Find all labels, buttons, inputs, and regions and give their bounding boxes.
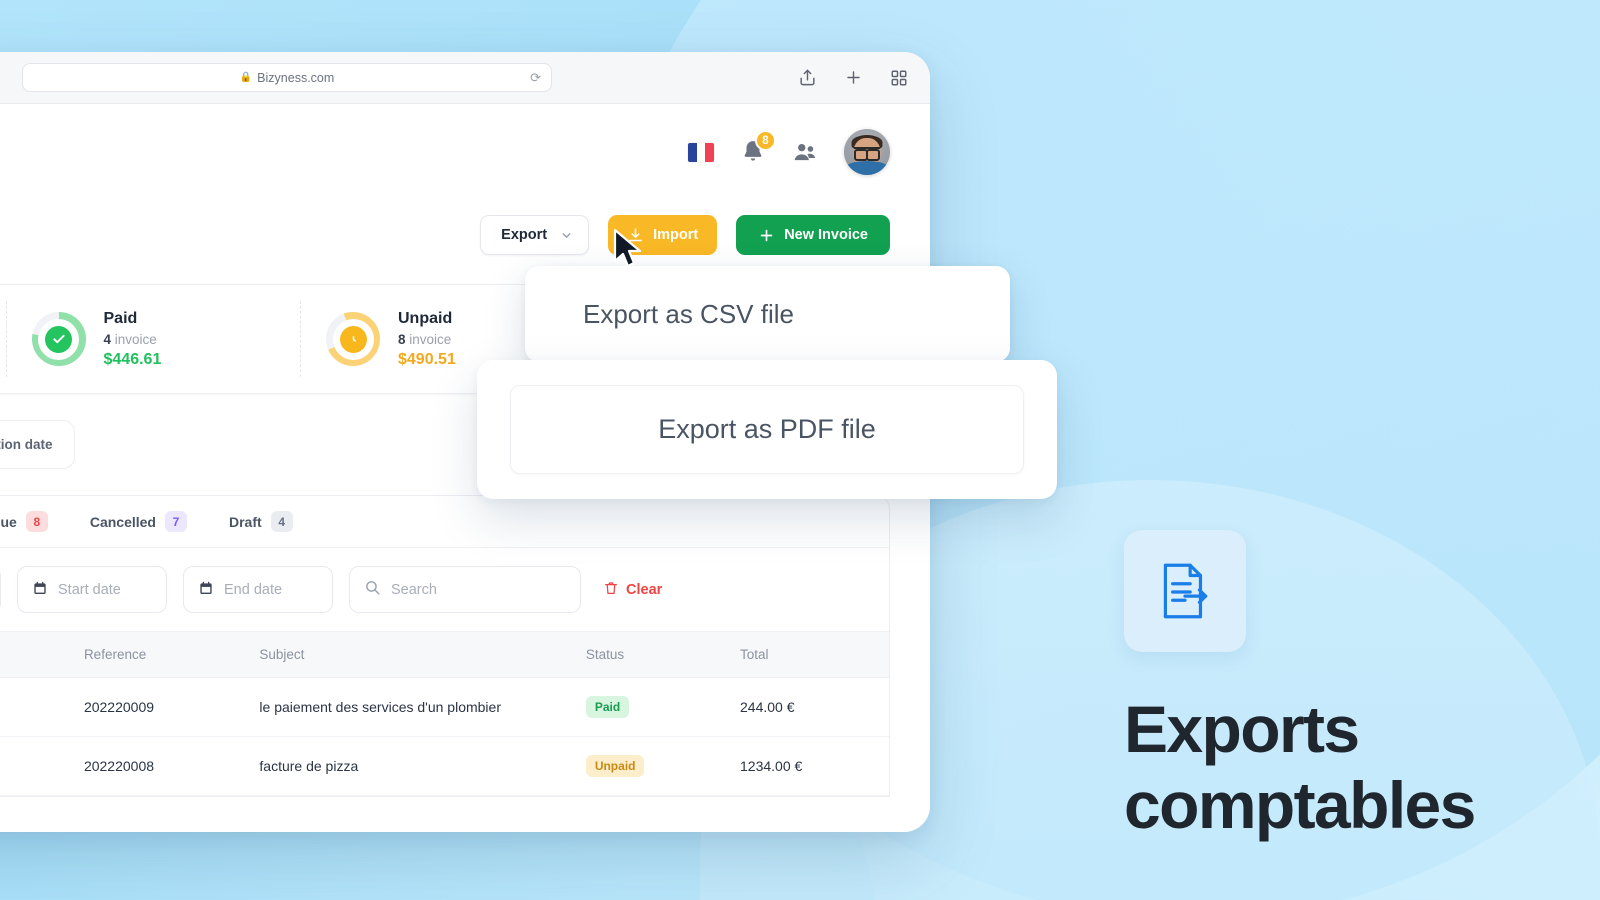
- column-total[interactable]: Total: [728, 631, 889, 678]
- brand-title-line-1: Exports: [1124, 692, 1360, 766]
- page-actions: Export Import New Invoice: [480, 215, 890, 255]
- tab-cancelled[interactable]: Cancelled 7: [90, 511, 187, 532]
- new-invoice-button[interactable]: New Invoice: [736, 215, 890, 255]
- brand-title: Exports comptables: [1124, 692, 1554, 844]
- cell-reference: 202220009: [71, 677, 248, 737]
- start-date-input[interactable]: Start date: [17, 566, 167, 613]
- brand-title-line-2: comptables: [1124, 767, 1476, 842]
- mouse-cursor: [612, 228, 646, 277]
- export-menu-csv-option[interactable]: Export as CSV file: [525, 266, 1010, 362]
- export-menu-pdf-option[interactable]: Export as PDF file: [510, 385, 1024, 474]
- tab-label: Cancelled: [89, 513, 156, 530]
- status-badge: Paid: [585, 696, 630, 718]
- app-topbar: 8: [0, 104, 930, 200]
- start-date-placeholder: Start date: [58, 581, 121, 598]
- cell-client: Arlene McCoy: [0, 736, 72, 796]
- stat-amount: $490.51: [398, 350, 456, 368]
- notifications-button[interactable]: 8: [740, 130, 776, 165]
- trash-icon: [603, 580, 619, 600]
- search-icon: [364, 579, 381, 600]
- cell-client: Eleanor Pena: [0, 677, 72, 737]
- stat-name: Unpaid: [398, 309, 453, 327]
- cell-subject: facture de pizza: [247, 736, 574, 796]
- check-icon: [45, 325, 72, 353]
- search-placeholder: Search: [391, 581, 437, 598]
- invoices-table: ↓ Client Reference Subject Status Total …: [0, 631, 889, 796]
- invoices-table-head: ↓ Client Reference Subject Status Total: [0, 631, 889, 678]
- tab-overdue[interactable]: Overdue 8: [0, 511, 48, 532]
- export-menu-panel: Export as PDF file: [477, 360, 1057, 499]
- cell-subject: le paiement des services d'un plombier: [247, 677, 574, 737]
- stat-name: Paid: [103, 309, 138, 327]
- filter-bar: Date Between Start date End d: [0, 548, 889, 631]
- status-badge: Unpaid: [585, 755, 645, 777]
- clear-filters-button[interactable]: Clear: [603, 580, 662, 600]
- tab-label: Overdue: [0, 513, 17, 530]
- invoices-table-body: g 2021 Eleanor Pena 202220009 le paiemen…: [0, 677, 889, 796]
- table-row[interactable]: g 2021 Eleanor Pena 202220009 le paiemen…: [0, 677, 889, 737]
- stat-count: 4 invoice: [103, 331, 157, 347]
- invoices-panel: Paid 4 Unpaid 8 Overdue 8 Cancelled 7 Dr…: [0, 495, 890, 797]
- date-type-option-execution[interactable]: Execution date: [0, 426, 69, 463]
- stat-ring-unpaid: [326, 312, 380, 366]
- tab-draft[interactable]: Draft 4: [229, 511, 293, 532]
- calendar-icon: [198, 580, 214, 600]
- tab-count: 8: [25, 511, 48, 532]
- end-date-input[interactable]: End date: [183, 566, 333, 613]
- cell-status: Paid: [573, 677, 728, 737]
- address-bar-url: Bizyness.com: [257, 70, 335, 85]
- notifications-badge: 8: [755, 130, 776, 151]
- tab-count: 7: [164, 511, 187, 532]
- table-row[interactable]: y 2021 Arlene McCoy 202220008 facture de…: [0, 736, 889, 796]
- stat-ring-paid: [31, 312, 86, 366]
- browser-action-icons: [798, 68, 908, 87]
- cell-status: Unpaid: [573, 736, 728, 796]
- reload-icon[interactable]: ⟳: [530, 70, 541, 86]
- date-type-group: Issue date Paid date Execution date: [0, 420, 75, 469]
- contacts-icon[interactable]: [792, 141, 818, 163]
- lock-icon: 🔒: [239, 72, 253, 83]
- browser-toolbar: 🔒 Bizyness.com ⟳: [0, 52, 930, 104]
- date-mode-select[interactable]: Date Between: [0, 566, 1, 613]
- column-reference[interactable]: Reference: [71, 631, 248, 678]
- new-invoice-button-label: New Invoice: [784, 227, 868, 243]
- address-bar[interactable]: 🔒 Bizyness.com ⟳: [22, 63, 552, 92]
- cell-total: 1234.00 €: [728, 736, 889, 796]
- calendar-icon: [32, 580, 48, 600]
- cell-reference: 202220008: [71, 736, 248, 796]
- clock-icon: [339, 325, 367, 353]
- column-client[interactable]: Client: [0, 631, 72, 678]
- share-icon[interactable]: [798, 68, 817, 87]
- column-status[interactable]: Status: [573, 631, 728, 678]
- stat-card-paid[interactable]: Paid 4 invoice $446.61: [5, 285, 301, 393]
- table-header-row: ↓ Client Reference Subject Status Total: [0, 631, 889, 678]
- export-button-label: Export: [501, 227, 548, 243]
- tab-label: Draft: [228, 513, 262, 530]
- export-button[interactable]: Export: [480, 215, 590, 255]
- user-avatar[interactable]: [844, 129, 890, 175]
- import-button-label: Import: [653, 227, 699, 243]
- end-date-placeholder: End date: [224, 581, 283, 598]
- france-flag-icon[interactable]: [688, 142, 714, 162]
- plus-icon[interactable]: [844, 68, 863, 87]
- chevron-down-icon: [560, 229, 573, 242]
- status-tabs: Paid 4 Unpaid 8 Overdue 8 Cancelled 7 Dr…: [0, 496, 889, 548]
- search-input[interactable]: Search: [349, 566, 581, 613]
- stat-amount: $446.61: [103, 350, 162, 368]
- stat-count: 8 invoice: [398, 331, 452, 347]
- brand-block: Exports comptables: [1124, 530, 1554, 844]
- cell-total: 244.00 €: [728, 677, 889, 737]
- column-subject[interactable]: Subject: [247, 631, 574, 678]
- page-header: ices Export Import: [0, 200, 930, 270]
- tab-grid-icon[interactable]: [890, 69, 908, 87]
- plus-icon: [758, 227, 775, 244]
- document-export-icon: [1124, 530, 1246, 652]
- tab-count: 4: [270, 511, 293, 532]
- clear-filters-label: Clear: [626, 581, 663, 598]
